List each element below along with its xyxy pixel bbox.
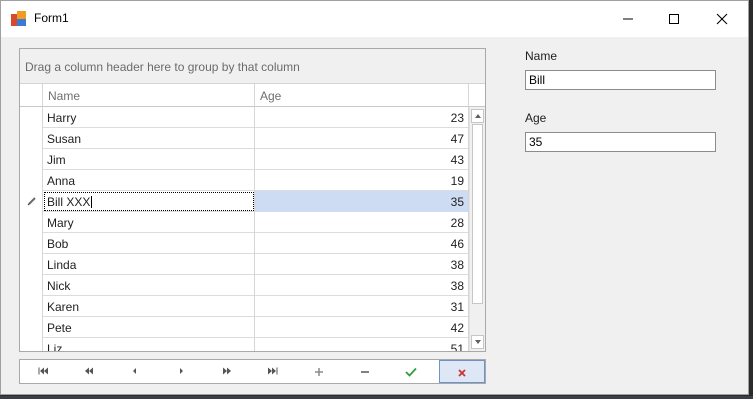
title-bar[interactable]: Form1 <box>1 1 748 37</box>
table-row[interactable]: Susan 47 <box>20 128 469 149</box>
prev-page-button[interactable] <box>66 360 112 383</box>
table-row[interactable]: Mary 28 <box>20 212 469 233</box>
row-indicator-header <box>20 84 43 107</box>
text-caret <box>91 196 93 208</box>
main-window: Form1 Drag a column header here to group… <box>0 0 749 395</box>
column-header-name[interactable]: Name <box>43 84 255 107</box>
close-button[interactable] <box>699 1 745 37</box>
table-row[interactable]: Jim 43 <box>20 149 469 170</box>
end-edit-button[interactable] <box>388 360 434 383</box>
table-row[interactable]: Karen 31 <box>20 296 469 317</box>
cell-age[interactable]: 38 <box>255 275 469 296</box>
row-indicator[interactable] <box>20 338 43 351</box>
age-label: Age <box>525 111 547 125</box>
cell-name[interactable]: Bob <box>43 233 255 254</box>
triangle-up-icon <box>475 114 481 118</box>
row-indicator[interactable] <box>20 275 43 296</box>
cell-name[interactable]: Jim <box>43 149 255 170</box>
header-spacer <box>469 84 485 107</box>
append-button[interactable] <box>296 360 342 383</box>
cell-name[interactable]: Mary <box>43 212 255 233</box>
data-navigator <box>19 359 486 384</box>
prev-page-icon <box>85 367 93 375</box>
minimize-button[interactable] <box>605 1 651 37</box>
remove-icon <box>361 371 369 373</box>
last-icon <box>268 367 278 375</box>
table-row-editing[interactable]: Bill XXX 35 <box>20 191 469 212</box>
end-edit-icon <box>405 367 417 377</box>
cell-age[interactable]: 43 <box>255 149 469 170</box>
cell-age[interactable]: 31 <box>255 296 469 317</box>
last-record-button[interactable] <box>250 360 296 383</box>
cancel-edit-button[interactable] <box>439 360 485 383</box>
first-icon <box>38 367 48 375</box>
row-indicator[interactable] <box>20 254 43 275</box>
minimize-icon <box>623 18 633 20</box>
cell-name[interactable]: Anna <box>43 170 255 191</box>
table-row[interactable]: Linda 38 <box>20 254 469 275</box>
cell-name-editor[interactable]: Bill XXX <box>43 191 255 212</box>
first-record-button[interactable] <box>20 360 66 383</box>
next-icon <box>180 368 183 374</box>
window-title: Form1 <box>34 11 69 25</box>
row-indicator[interactable] <box>20 149 43 170</box>
group-panel[interactable]: Drag a column header here to group by th… <box>20 49 485 84</box>
cell-age[interactable]: 51 <box>255 338 469 351</box>
table-row[interactable]: Harry 23 <box>20 107 469 128</box>
next-record-button[interactable] <box>158 360 204 383</box>
append-icon <box>315 368 323 376</box>
cell-name[interactable]: Karen <box>43 296 255 317</box>
cell-age[interactable]: 23 <box>255 107 469 128</box>
table-row[interactable]: Nick 38 <box>20 275 469 296</box>
table-row[interactable]: Anna 19 <box>20 170 469 191</box>
row-indicator[interactable] <box>20 296 43 317</box>
maximize-button[interactable] <box>651 1 697 37</box>
cell-age[interactable]: 28 <box>255 212 469 233</box>
data-grid[interactable]: Drag a column header here to group by th… <box>19 48 486 352</box>
table-row[interactable]: Liz 51 <box>20 338 469 351</box>
cell-age[interactable]: 19 <box>255 170 469 191</box>
next-page-icon <box>223 367 231 375</box>
row-indicator[interactable] <box>20 233 43 254</box>
next-page-button[interactable] <box>204 360 250 383</box>
cell-name[interactable]: Susan <box>43 128 255 149</box>
row-indicator[interactable] <box>20 128 43 149</box>
prev-record-button[interactable] <box>112 360 158 383</box>
cell-name-text: Bill XXX <box>47 195 91 209</box>
app-icon <box>11 11 27 27</box>
vertical-scrollbar[interactable] <box>469 107 485 351</box>
grid-rows: Harry 23 Susan 47 Jim 43 Anna 19 Bill XX… <box>20 107 469 351</box>
cell-age[interactable]: 46 <box>255 233 469 254</box>
row-indicator[interactable] <box>20 317 43 338</box>
table-row[interactable]: Pete 42 <box>20 317 469 338</box>
close-icon <box>716 13 728 25</box>
row-indicator[interactable] <box>20 191 43 212</box>
name-textbox[interactable] <box>525 70 716 90</box>
triangle-down-icon <box>475 340 481 344</box>
cell-name[interactable]: Liz <box>43 338 255 351</box>
age-textbox[interactable] <box>525 132 716 152</box>
remove-button[interactable] <box>342 360 388 383</box>
cell-age[interactable]: 35 <box>255 191 469 212</box>
cell-name[interactable]: Pete <box>43 317 255 338</box>
prev-icon <box>133 368 136 374</box>
cancel-edit-icon <box>458 369 466 377</box>
maximize-icon <box>669 14 679 24</box>
cell-name[interactable]: Nick <box>43 275 255 296</box>
row-indicator[interactable] <box>20 107 43 128</box>
scrollbar-thumb[interactable] <box>472 124 483 304</box>
cell-name[interactable]: Linda <box>43 254 255 275</box>
scroll-up-button[interactable] <box>471 109 484 123</box>
table-row[interactable]: Bob 46 <box>20 233 469 254</box>
cell-age[interactable]: 38 <box>255 254 469 275</box>
cell-name[interactable]: Harry <box>43 107 255 128</box>
cell-age[interactable]: 47 <box>255 128 469 149</box>
pencil-icon <box>27 197 36 206</box>
row-indicator[interactable] <box>20 170 43 191</box>
scroll-down-button[interactable] <box>471 335 484 349</box>
name-label: Name <box>525 49 558 63</box>
cell-age[interactable]: 42 <box>255 317 469 338</box>
row-indicator[interactable] <box>20 212 43 233</box>
column-header-age[interactable]: Age <box>255 84 469 107</box>
